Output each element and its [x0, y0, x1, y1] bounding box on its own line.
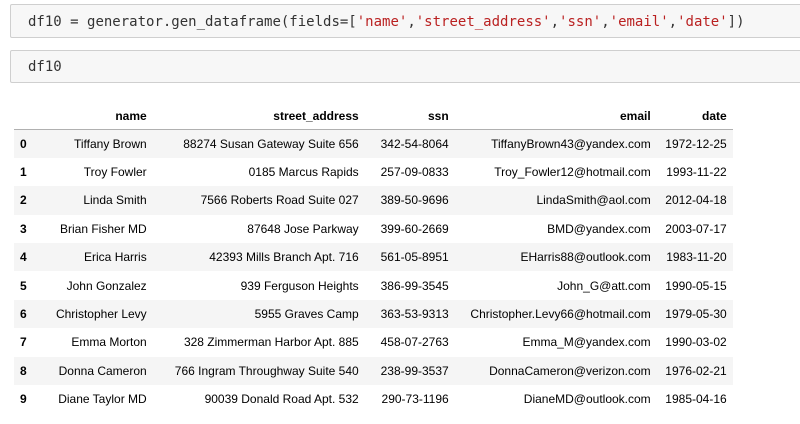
column-header: date — [656, 102, 733, 130]
cell-street-address: 5955 Graves Camp — [254, 307, 359, 322]
cell-street-address: 42393 Mills Branch Apt. 716 — [209, 250, 359, 265]
cell-ssn: 399-60-2669 — [380, 221, 449, 236]
cell-email: Christopher.Levy66@hotmail.com — [470, 307, 651, 322]
cell-name: Troy Fowler — [83, 165, 147, 180]
cell-ssn: 561-05-8951 — [380, 250, 449, 265]
cell-email: EHarris88@outlook.com — [520, 250, 651, 265]
cell-ssn: 363-53-9313 — [380, 307, 449, 322]
table-row: 7 Emma Morton 328 Zimmerman Harbor Apt. … — [14, 328, 733, 356]
code-arg: 'date' — [677, 14, 728, 30]
cell-date: 1979-05-30 — [665, 307, 727, 322]
table-row: 0 Tiffany Brown 88274 Susan Gateway Suit… — [14, 129, 733, 158]
cell-email: DonnaCameron@verizon.com — [489, 363, 651, 378]
cell-email: Emma_M@yandex.com — [522, 335, 651, 350]
cell-date: 1990-05-15 — [665, 278, 727, 293]
cell-name: Christopher Levy — [55, 307, 147, 322]
column-header: ssn — [364, 102, 455, 130]
column-header: street_address — [152, 102, 365, 130]
cell-date: 1976-02-21 — [665, 363, 727, 378]
code-sep: , — [407, 14, 416, 30]
cell-name: Diane Taylor MD — [58, 392, 147, 407]
table-row: 8 Donna Cameron 766 Ingram Throughway Su… — [14, 356, 733, 386]
row-index: 1 — [20, 165, 27, 180]
cell-date: 1972-12-25 — [665, 136, 727, 151]
cell-name: Brian Fisher MD — [60, 221, 147, 236]
row-index: 4 — [20, 250, 27, 265]
cell-date: 1993-11-22 — [666, 165, 727, 180]
cell-ssn: 342-54-8064 — [380, 136, 449, 151]
code-arg: 'ssn' — [559, 14, 602, 30]
table-header-row: name street_address ssn email date — [14, 102, 733, 130]
code-sep: , — [668, 14, 678, 30]
row-index: 8 — [20, 363, 27, 378]
cell-date: 2003-07-17 — [665, 221, 727, 236]
code-cell-display[interactable]: df10 — [10, 50, 800, 83]
code-sep: , — [601, 14, 610, 30]
row-index: 9 — [20, 392, 27, 407]
cell-date: 1985-04-16 — [665, 392, 727, 407]
cell-name: Donna Cameron — [58, 363, 147, 378]
cell-email: DianeMD@outlook.com — [523, 392, 651, 407]
cell-name: Tiffany Brown — [73, 136, 147, 151]
dataframe-table: name street_address ssn email date 0 Tif… — [14, 102, 733, 413]
cell-street-address: 88274 Susan Gateway Suite 656 — [183, 136, 359, 151]
code-call: generator.gen_dataframe(fields=[ — [87, 14, 357, 30]
cell-name: Erica Harris — [84, 250, 147, 265]
cell-date: 1990-03-02 — [665, 335, 727, 350]
code-close: ]) — [727, 14, 745, 30]
cell-ssn: 257-09-0833 — [380, 165, 449, 180]
row-index: 0 — [20, 136, 27, 151]
code-operator: = — [61, 14, 88, 30]
code-arg: 'street_address' — [415, 14, 551, 30]
cell-date: 2012-04-18 — [665, 193, 727, 208]
cell-email: Troy_Fowler12@hotmail.com — [494, 165, 651, 180]
cell-email: LindaSmith@aol.com — [536, 193, 651, 208]
cell-ssn: 389-50-9696 — [380, 193, 449, 208]
table-row: 6 Christopher Levy 5955 Graves Camp 363-… — [14, 299, 733, 329]
cell-date: 1983-11-20 — [666, 250, 727, 265]
cell-name: Linda Smith — [83, 193, 147, 208]
cell-street-address: 87648 Jose Parkway — [247, 221, 359, 236]
table-row: 5 John Gonzalez 939 Ferguson Heights 386… — [14, 271, 733, 299]
cell-ssn: 238-99-3537 — [380, 363, 449, 378]
row-index: 2 — [20, 193, 27, 208]
column-header: email — [454, 102, 657, 130]
table-row: 9 Diane Taylor MD 90039 Donald Road Apt.… — [14, 385, 733, 413]
cell-street-address: 766 Ingram Throughway Suite 540 — [174, 363, 359, 378]
code-arg: 'name' — [356, 14, 408, 30]
table-row: 1 Troy Fowler 0185 Marcus Rapids 257-09-… — [14, 158, 733, 186]
table-row: 2 Linda Smith 7566 Roberts Road Suite 02… — [14, 186, 733, 215]
cell-street-address: 90039 Donald Road Apt. 532 — [204, 392, 359, 407]
code-arg: 'email' — [609, 14, 669, 30]
row-index: 5 — [20, 278, 27, 293]
cell-ssn: 458-07-2763 — [380, 335, 449, 350]
cell-ssn: 290-73-1196 — [381, 392, 449, 407]
cell-street-address: 328 Zimmerman Harbor Apt. 885 — [183, 335, 359, 350]
index-header — [14, 102, 33, 130]
cell-email: BMD@yandex.com — [547, 221, 651, 236]
cell-email: TiffanyBrown43@yandex.com — [491, 136, 651, 151]
code-cell-gen-dataframe[interactable]: df10 = generator.gen_dataframe(fields=['… — [10, 4, 800, 38]
row-index: 3 — [20, 221, 27, 236]
cell-name: John Gonzalez — [66, 278, 147, 293]
code-var: df10 — [28, 14, 62, 30]
column-header: name — [32, 102, 153, 130]
code-text: df10 — [28, 59, 62, 75]
table-row: 3 Brian Fisher MD 87648 Jose Parkway 399… — [14, 215, 733, 243]
row-index: 6 — [20, 307, 27, 322]
cell-street-address: 0185 Marcus Rapids — [248, 165, 359, 180]
cell-email: John_G@att.com — [557, 278, 651, 293]
row-index: 7 — [20, 335, 27, 350]
cell-name: Emma Morton — [71, 335, 147, 350]
cell-ssn: 386-99-3545 — [380, 278, 449, 293]
cell-street-address: 939 Ferguson Heights — [240, 278, 359, 293]
cell-street-address: 7566 Roberts Road Suite 027 — [200, 193, 359, 208]
code-sep: , — [550, 14, 560, 30]
table-row: 4 Erica Harris 42393 Mills Branch Apt. 7… — [14, 243, 733, 272]
